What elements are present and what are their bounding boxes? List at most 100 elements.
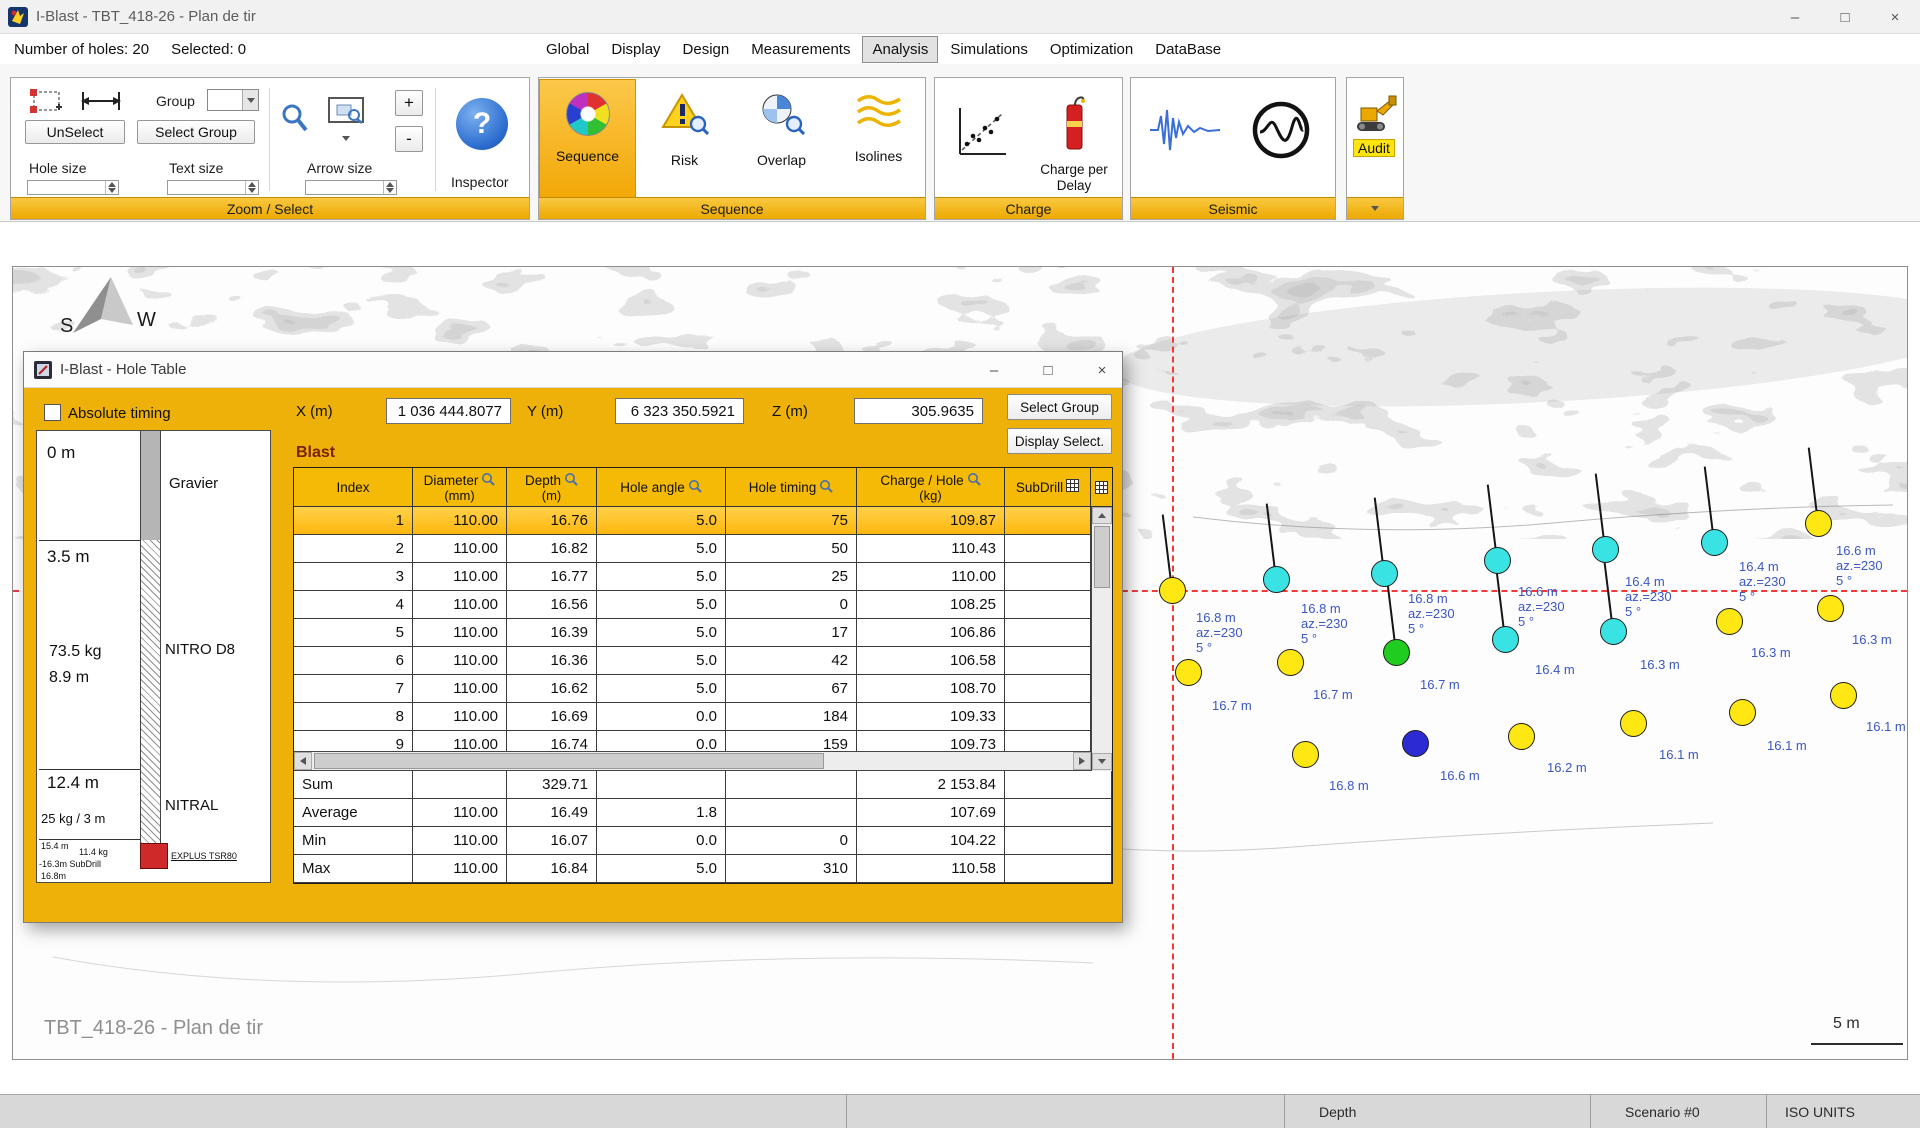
menu-database[interactable]: DataBase [1145, 36, 1231, 63]
hole-marker[interactable] [1830, 682, 1857, 709]
vertical-scrollbar[interactable] [1091, 507, 1112, 771]
zoom-in-button[interactable]: + [395, 90, 423, 116]
column-header-diameter[interactable]: Diameter(mm) [413, 468, 507, 507]
magnifier-icon[interactable] [688, 479, 702, 496]
column-header-charge-hole[interactable]: Charge / Hole(kg) [857, 468, 1005, 507]
dialog-close-button[interactable]: × [1092, 362, 1112, 379]
table-row[interactable]: 4110.0016.565.00108.25 [294, 591, 1091, 619]
hole-marker[interactable] [1716, 608, 1743, 635]
column-header-subdrill[interactable]: SubDrill [1005, 468, 1091, 507]
inspector-button[interactable] [447, 94, 517, 154]
horizontal-scroll-thumb[interactable] [314, 753, 824, 769]
charge-chart-button[interactable] [943, 90, 1019, 176]
hole-marker[interactable] [1600, 618, 1627, 645]
audit-dropdown-strip[interactable] [1347, 197, 1403, 219]
horizontal-scrollbar[interactable] [294, 751, 1091, 771]
y-coord-label: Y (m) [527, 403, 563, 420]
grid-icon[interactable] [1066, 479, 1079, 495]
hole-marker[interactable] [1592, 536, 1619, 563]
hole-marker[interactable] [1508, 723, 1535, 750]
seismic-wave-button[interactable] [1141, 94, 1229, 166]
zoom-tool[interactable] [277, 100, 311, 136]
table-row[interactable]: 2110.0016.825.050110.43 [294, 535, 1091, 563]
hole-marker[interactable] [1175, 659, 1202, 686]
hole-marker[interactable] [1292, 741, 1319, 768]
table-row[interactable]: 8110.0016.690.0184109.33 [294, 703, 1091, 731]
hole-marker[interactable] [1263, 566, 1290, 593]
table-row[interactable]: 3110.0016.775.025110.00 [294, 563, 1091, 591]
menu-optimization[interactable]: Optimization [1040, 36, 1143, 63]
charge-per-delay-button[interactable] [1031, 86, 1117, 160]
table-row[interactable]: 6110.0016.365.042106.58 [294, 647, 1091, 675]
y-coord-field[interactable]: 6 323 350.5921 [615, 398, 744, 424]
table-row[interactable]: 5110.0016.395.017106.86 [294, 619, 1091, 647]
table-row[interactable]: 1110.0016.765.075109.87 [294, 507, 1091, 535]
vertical-scroll-thumb[interactable] [1094, 526, 1110, 588]
hole-marker[interactable] [1620, 710, 1647, 737]
ribbon-button-isolines[interactable]: Isolines [830, 79, 927, 198]
zoom-extent-tool[interactable] [323, 94, 369, 126]
magnifier-icon[interactable] [564, 472, 578, 489]
table-grid-icon[interactable] [1091, 468, 1112, 507]
dialog-select-group-button[interactable]: Select Group [1007, 394, 1112, 420]
magnifier-icon[interactable] [819, 479, 833, 496]
hole-marker[interactable] [1371, 560, 1398, 587]
scroll-right-button[interactable] [1073, 752, 1091, 770]
z-coord-field[interactable]: 305.9635 [854, 398, 983, 424]
table-row[interactable]: 7110.0016.625.067108.70 [294, 675, 1091, 703]
holes-count-label: Number of holes: 20 [14, 41, 149, 58]
map-canvas[interactable]: 16.8 m az.=230 5 °16.7 m16.8 m az.=230 5… [12, 266, 1908, 1060]
zoom-out-button[interactable]: - [395, 126, 423, 152]
text-size-spinner[interactable] [167, 180, 259, 195]
select-group-button[interactable]: Select Group [137, 120, 255, 144]
hole-marker[interactable] [1701, 529, 1728, 556]
maximize-button[interactable]: □ [1820, 0, 1870, 34]
dialog-minimize-button[interactable]: – [984, 362, 1004, 379]
table-row[interactable]: 9110.0016.740.0159109.73 [294, 731, 1091, 751]
selection-rectangle-tool[interactable] [26, 86, 66, 116]
hole-size-spinner[interactable] [27, 180, 119, 195]
seismograph-button[interactable] [1237, 92, 1325, 168]
x-coord-field[interactable]: 1 036 444.8077 [386, 398, 511, 424]
scroll-down-button[interactable] [1092, 753, 1112, 770]
menu-display[interactable]: Display [601, 36, 670, 63]
hole-marker[interactable] [1159, 577, 1186, 604]
absolute-timing-checkbox[interactable] [44, 404, 61, 421]
ribbon-button-sequence[interactable]: Sequence [539, 79, 636, 198]
column-header-hole-timing[interactable]: Hole timing [726, 468, 857, 507]
column-header-depth[interactable]: Depth(m) [507, 468, 597, 507]
unselect-button[interactable]: UnSelect [25, 120, 125, 144]
hole-marker[interactable] [1484, 547, 1511, 574]
menu-global[interactable]: Global [536, 36, 599, 63]
menu-analysis[interactable]: Analysis [862, 36, 938, 63]
menu-measurements[interactable]: Measurements [741, 36, 860, 63]
hole-marker[interactable] [1805, 510, 1832, 537]
column-header-index[interactable]: Index [294, 468, 413, 507]
ribbon-button-overlap[interactable]: Overlap [733, 79, 830, 198]
hole-marker[interactable] [1729, 699, 1756, 726]
magnifier-icon[interactable] [481, 472, 495, 489]
crosshair-vertical [1172, 267, 1174, 1059]
measure-arrow-tool[interactable] [77, 86, 125, 116]
chevron-down-icon[interactable] [242, 90, 258, 110]
dialog-maximize-button[interactable]: □ [1038, 362, 1058, 379]
menu-simulations[interactable]: Simulations [940, 36, 1038, 63]
menu-design[interactable]: Design [673, 36, 740, 63]
column-header-hole-angle[interactable]: Hole angle [597, 468, 726, 507]
close-button[interactable]: × [1870, 0, 1920, 34]
arrow-size-spinner[interactable] [305, 180, 397, 195]
minimize-button[interactable]: – [1770, 0, 1820, 34]
display-select-button[interactable]: Display Select. [1007, 428, 1112, 454]
hole-marker[interactable] [1492, 626, 1519, 653]
scroll-left-button[interactable] [294, 752, 312, 770]
ribbon-button-risk[interactable]: Risk [636, 79, 733, 198]
scroll-up-button[interactable] [1092, 507, 1112, 524]
hole-marker[interactable] [1277, 649, 1304, 676]
hole-marker[interactable] [1402, 730, 1429, 757]
magnifier-icon[interactable] [967, 472, 981, 489]
hole-marker[interactable] [1383, 639, 1410, 666]
group-combo[interactable] [207, 89, 259, 111]
audit-button[interactable] [1352, 90, 1400, 136]
hole-marker[interactable] [1817, 595, 1844, 622]
zoom-mode-dropdown[interactable] [333, 130, 359, 146]
